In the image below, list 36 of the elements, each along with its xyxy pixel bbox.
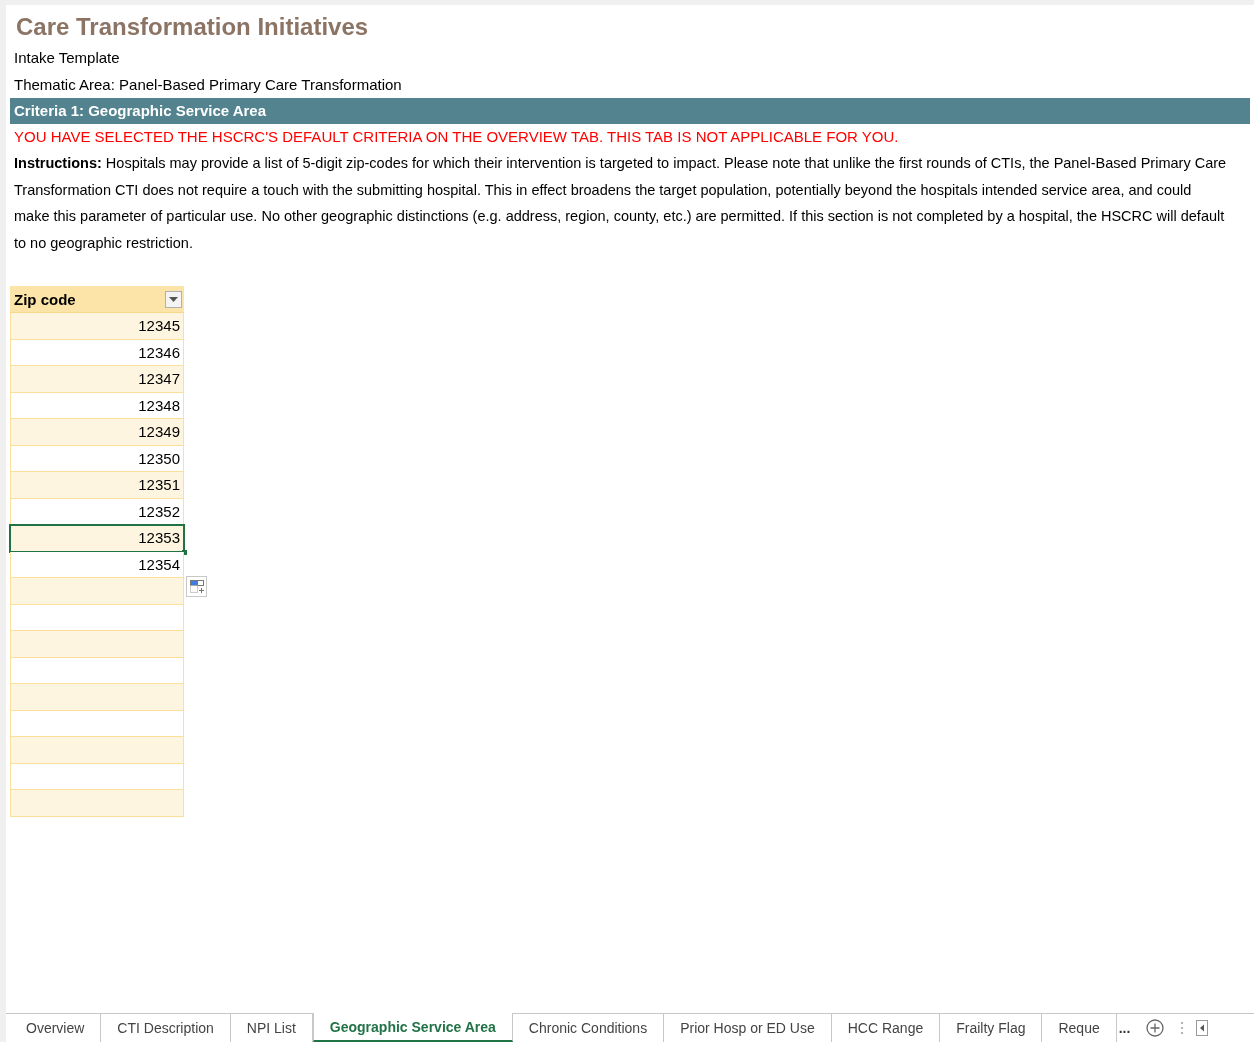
table-cell[interactable] — [10, 684, 184, 711]
table-cell[interactable] — [10, 604, 184, 631]
instructions-text: Instructions: Hospitals may provide a list of 5-digit zip-codes for which their intervention is targeted to impact. Please note that unlike the first rounds of CTIs, the Panel-Based Primary Care Transformation CTI does not require a touch with the submitting hospital. This in effect broadens the target population, potentially beyond the hospitals intended service area, and could make this parameter of particular use. No other geographic distinctions (e.g. address, region, county, etc.) are permitted. If this section is not completed by a hospital, the HSCRC will default to no geographic restriction. — [13, 154, 1228, 253]
table-cell[interactable]: 12348 — [10, 392, 184, 419]
table-cell[interactable]: 12351 — [10, 472, 184, 499]
table-cell[interactable] — [10, 578, 184, 605]
sheet-tab[interactable]: HCC Range — [831, 1014, 941, 1042]
column-header-text: Zip code — [14, 290, 76, 308]
sheet-tab[interactable]: Reque — [1042, 1014, 1117, 1042]
sheet-tab[interactable]: Frailty Flag — [940, 1014, 1043, 1042]
filter-dropdown-icon[interactable] — [165, 290, 182, 308]
sheet-tab[interactable]: NPI List — [230, 1014, 313, 1042]
sheet-tab[interactable]: Prior Hosp or ED Use — [664, 1014, 832, 1042]
warning-text: YOU HAVE SELECTED THE HSCRC'S DEFAULT CRITERIA ON THE OVERVIEW TAB. THIS TAB IS NOT APPLICABLE FOR YOU. — [13, 127, 900, 147]
table-cell[interactable] — [10, 737, 184, 764]
sheet-tab[interactable]: Chronic Conditions — [512, 1014, 665, 1042]
table-cell[interactable]: 12347 — [10, 366, 184, 393]
section-header: Criteria 1: Geographic Service Area — [10, 98, 1250, 124]
quick-analysis-icon[interactable] — [186, 576, 207, 597]
table-cell[interactable] — [10, 631, 184, 658]
table-cell[interactable]: 12354 — [10, 551, 184, 578]
sheet-tab[interactable]: Geographic Service Area — [312, 1013, 513, 1042]
sheet-tab[interactable]: CTI Description — [101, 1014, 231, 1042]
table-cell[interactable]: 12350 — [10, 445, 184, 472]
table-cell[interactable] — [10, 657, 184, 684]
sheet-tab[interactable]: Overview — [10, 1014, 102, 1042]
table-cell[interactable] — [10, 710, 184, 737]
table-cell[interactable]: 12346 — [10, 339, 184, 366]
table-cell[interactable]: 12349 — [10, 419, 184, 446]
table-cell[interactable]: 12353 — [10, 525, 184, 552]
table-cell[interactable] — [10, 790, 184, 817]
table-cell[interactable] — [10, 763, 184, 790]
sheet-title: Care Transformation Initiatives — [15, 12, 370, 42]
thematic-area-text: Thematic Area: Panel-Based Primary Care Transformation — [13, 74, 403, 95]
subtitle: Intake Template — [13, 48, 121, 68]
table-cell[interactable]: 12345 — [10, 313, 184, 340]
